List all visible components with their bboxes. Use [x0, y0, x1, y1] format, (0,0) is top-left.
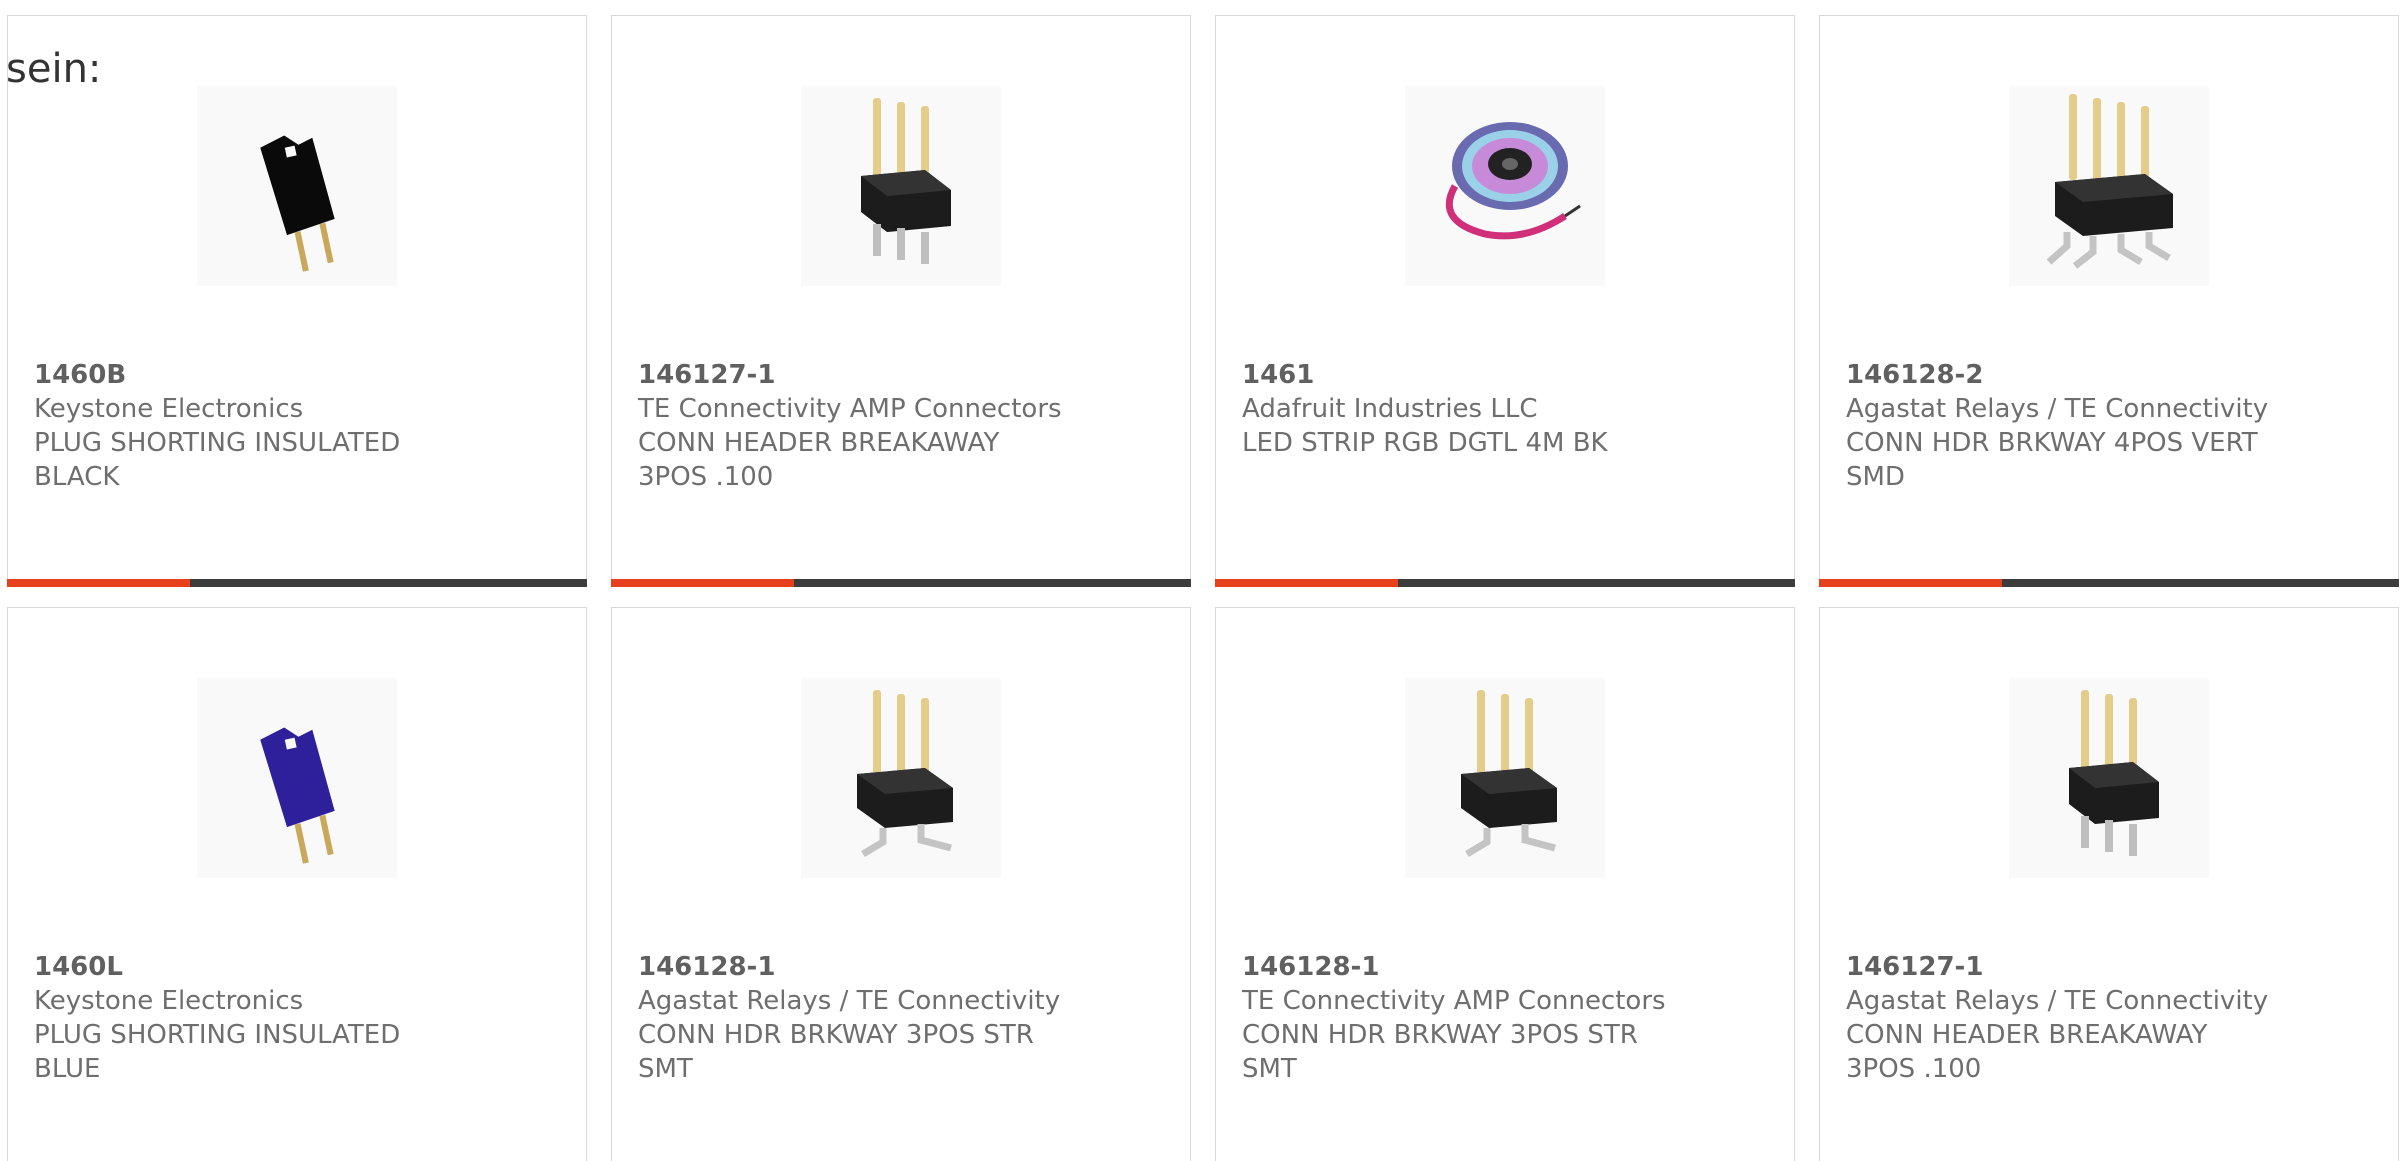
product-info: 146128-1 Agastat Relays / TE Connectivit…: [638, 950, 1078, 1086]
manufacturer: Agastat Relays / TE Connectivity: [1846, 986, 2269, 1016]
product-card[interactable]: 146128-2 Agastat Relays / TE Connectivit…: [1819, 15, 2399, 587]
product-image[interactable]: [801, 678, 1001, 878]
product-grid: 1460B Keystone Electronics PLUG SHORTING…: [7, 15, 2399, 1161]
product-card[interactable]: 146127-1 Agastat Relays / TE Connectivit…: [1819, 607, 2399, 1161]
description-line: CONN HEADER BREAKAWAY: [638, 428, 1000, 458]
product-card[interactable]: 1461 Adafruit Industries LLC LED STRIP R…: [1215, 15, 1795, 587]
blue-shorting-plug-icon: [197, 678, 397, 878]
card-footer-bar: [611, 579, 1191, 587]
product-image[interactable]: [197, 678, 397, 878]
description-line: CONN HDR BRKWAY 3POS STR: [638, 1020, 1034, 1050]
description-line: CONN HDR BRKWAY 3POS STR: [1242, 1020, 1638, 1050]
accent-bar: [1819, 579, 2002, 587]
product-info: 1460B Keystone Electronics PLUG SHORTING…: [34, 358, 474, 494]
description-line: SMT: [1242, 1054, 1297, 1084]
product-info: 1460L Keystone Electronics PLUG SHORTING…: [34, 950, 474, 1086]
card-footer-bar: [7, 579, 587, 587]
description-line: 3POS .100: [638, 462, 774, 492]
led-strip-reel-icon: [1405, 86, 1605, 286]
description-line: BLACK: [34, 462, 120, 492]
product-grid-page: sein: 1460B Keystone Electronics PLUG SH…: [0, 0, 2400, 1161]
3pin-header-icon: [2009, 678, 2209, 878]
description-line: PLUG SHORTING INSULATED: [34, 428, 401, 458]
part-number[interactable]: 146127-1: [638, 358, 1078, 392]
3pin-smt-header-icon: [801, 678, 1001, 878]
part-number[interactable]: 146128-2: [1846, 358, 2286, 392]
part-number[interactable]: 1461: [1242, 358, 1682, 392]
product-card[interactable]: 146128-1 TE Connectivity AMP Connectors …: [1215, 607, 1795, 1161]
product-info: 146128-1 TE Connectivity AMP Connectors …: [1242, 950, 1682, 1086]
manufacturer: Keystone Electronics: [34, 394, 304, 424]
product-info: 1461 Adafruit Industries LLC LED STRIP R…: [1242, 358, 1682, 460]
description-line: SMD: [1846, 462, 1905, 492]
product-card[interactable]: 1460B Keystone Electronics PLUG SHORTING…: [7, 15, 587, 587]
description-line: PLUG SHORTING INSULATED: [34, 1020, 401, 1050]
part-number[interactable]: 146127-1: [1846, 950, 2286, 984]
description-line: LED STRIP RGB DGTL 4M BK: [1242, 428, 1608, 458]
3pin-smt-header-icon: [1405, 678, 1605, 878]
manufacturer: TE Connectivity AMP Connectors: [638, 394, 1062, 424]
accent-bar: [611, 579, 794, 587]
product-info: 146127-1 TE Connectivity AMP Connectors …: [638, 358, 1078, 494]
black-shorting-plug-icon: [197, 86, 397, 286]
description-line: CONN HEADER BREAKAWAY: [1846, 1020, 2208, 1050]
3pin-header-icon: [801, 86, 1001, 286]
4pin-smd-header-icon: [2009, 86, 2209, 286]
product-card[interactable]: 1460L Keystone Electronics PLUG SHORTING…: [7, 607, 587, 1161]
part-number[interactable]: 146128-1: [638, 950, 1078, 984]
product-card[interactable]: 146128-1 Agastat Relays / TE Connectivit…: [611, 607, 1191, 1161]
product-image[interactable]: [197, 86, 397, 286]
accent-bar: [7, 579, 190, 587]
description-line: CONN HDR BRKWAY 4POS VERT: [1846, 428, 2258, 458]
manufacturer: Agastat Relays / TE Connectivity: [638, 986, 1061, 1016]
description-line: SMT: [638, 1054, 693, 1084]
product-info: 146127-1 Agastat Relays / TE Connectivit…: [1846, 950, 2286, 1086]
product-info: 146128-2 Agastat Relays / TE Connectivit…: [1846, 358, 2286, 494]
manufacturer: TE Connectivity AMP Connectors: [1242, 986, 1666, 1016]
product-image[interactable]: [2009, 678, 2209, 878]
part-number[interactable]: 146128-1: [1242, 950, 1682, 984]
product-image[interactable]: [801, 86, 1001, 286]
part-number[interactable]: 1460B: [34, 358, 474, 392]
product-card[interactable]: 146127-1 TE Connectivity AMP Connectors …: [611, 15, 1191, 587]
card-footer-bar: [1215, 579, 1795, 587]
description-line: BLUE: [34, 1054, 101, 1084]
description-line: 3POS .100: [1846, 1054, 1982, 1084]
accent-bar: [1215, 579, 1398, 587]
product-image[interactable]: [1405, 678, 1605, 878]
product-image[interactable]: [2009, 86, 2209, 286]
overlay-label: sein:: [6, 46, 102, 92]
card-footer-bar: [1819, 579, 2399, 587]
manufacturer: Adafruit Industries LLC: [1242, 394, 1538, 424]
product-image[interactable]: [1405, 86, 1605, 286]
manufacturer: Keystone Electronics: [34, 986, 304, 1016]
part-number[interactable]: 1460L: [34, 950, 474, 984]
manufacturer: Agastat Relays / TE Connectivity: [1846, 394, 2269, 424]
